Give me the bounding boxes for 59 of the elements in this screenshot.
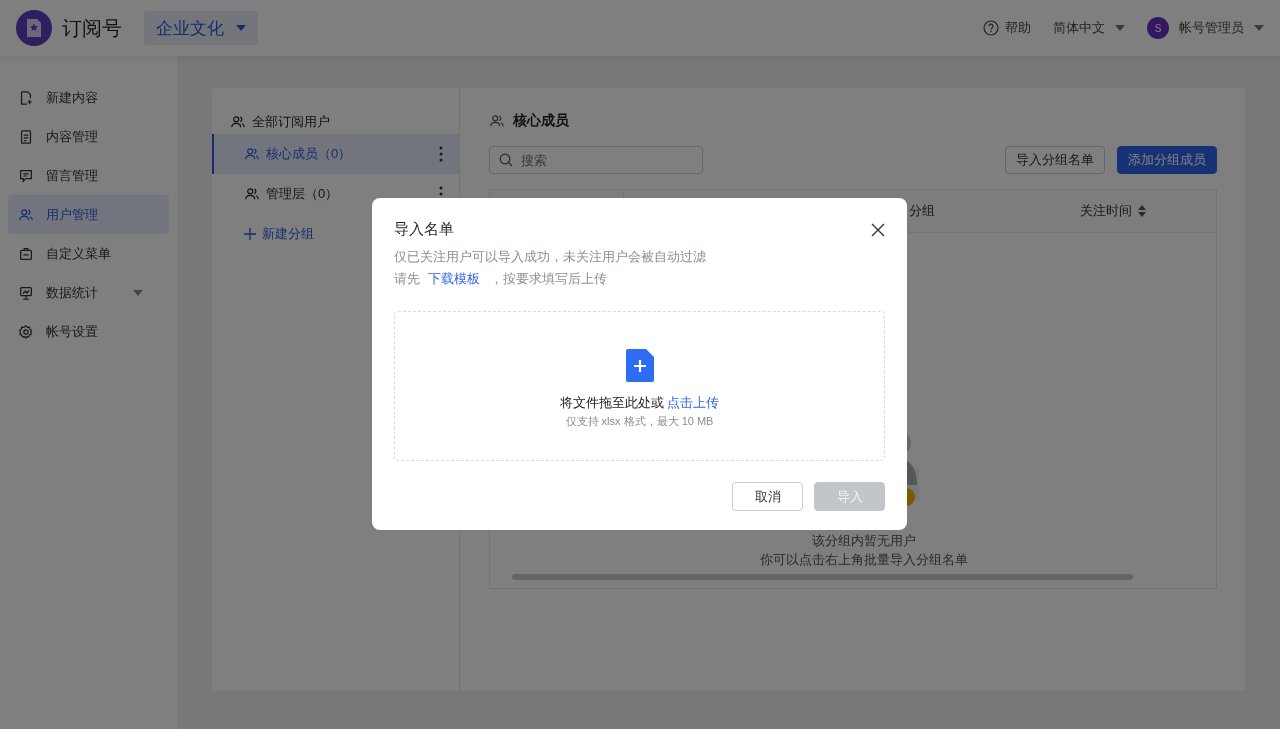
- format-note: 仅支持 xlsx 格式，最大 10 MB: [565, 414, 714, 429]
- users-icon: [489, 113, 505, 129]
- sort-icon[interactable]: [1138, 205, 1146, 217]
- column-header: 分组: [909, 202, 935, 220]
- chat-icon: [18, 167, 34, 184]
- sidebar-item[interactable]: 自定义菜单: [8, 234, 169, 273]
- caret-icon: [1115, 25, 1125, 31]
- users-icon: [244, 146, 260, 162]
- language-dropdown[interactable]: 简体中文: [1053, 19, 1125, 37]
- empty-message: 你可以点击右上角批量导入分组名单: [760, 551, 968, 569]
- document-plus-icon: [18, 89, 34, 106]
- import-button[interactable]: 导入分组名单: [1005, 146, 1105, 174]
- board-icon: [18, 245, 34, 262]
- column-header: 关注时间: [1080, 202, 1132, 220]
- group-item[interactable]: 核心成员（0）: [212, 134, 459, 174]
- notice-text: 仅已关注用户可以导入成功，未关注用户会被自动过滤: [394, 249, 707, 266]
- caret-icon: [1254, 25, 1264, 31]
- sidebar-item[interactable]: 留言管理: [8, 156, 169, 195]
- close-button[interactable]: [871, 222, 885, 237]
- account-menu[interactable]: S 帐号管理员: [1147, 17, 1264, 39]
- hint-text: 请先 下载模板 ，按要求填写后上传: [394, 271, 608, 288]
- search-field[interactable]: 搜索: [489, 146, 703, 174]
- panel-title: 核心成员: [513, 112, 569, 130]
- upload-dropzone[interactable]: 将文件拖至此处或 点击上传 仅支持 xlsx 格式，最大 10 MB: [394, 311, 885, 461]
- sidebar-item[interactable]: 数据统计: [8, 273, 169, 312]
- help-icon: [983, 20, 999, 36]
- help-link[interactable]: 帮助: [983, 19, 1031, 37]
- users-icon: [230, 114, 246, 130]
- dropzone-text: 将文件拖至此处或 点击上传: [559, 394, 720, 412]
- new-group-button[interactable]: 新建分组: [212, 214, 346, 254]
- account-name: 帐号管理员: [1179, 19, 1244, 37]
- dialog-title: 导入名单: [394, 220, 454, 239]
- group-item[interactable]: 全部订阅用户: [212, 110, 459, 134]
- workspace-dropdown[interactable]: 企业文化: [144, 11, 258, 45]
- plus-icon: [244, 228, 256, 240]
- document-icon: [18, 128, 34, 145]
- logo-icon: [16, 10, 52, 46]
- file-plus-icon: [625, 349, 654, 382]
- sidebar-item[interactable]: 新建内容: [8, 78, 169, 117]
- upload-link[interactable]: 点击上传: [667, 395, 720, 410]
- search-icon: [499, 153, 513, 167]
- users-icon: [18, 206, 34, 223]
- sidebar-item[interactable]: 内容管理: [8, 117, 169, 156]
- empty-message: 该分组内暂无用户: [812, 532, 916, 550]
- app-title: 订阅号: [62, 15, 122, 41]
- scrollbar[interactable]: [512, 574, 1133, 580]
- download-template-link[interactable]: 下载模板: [428, 272, 480, 286]
- users-icon: [244, 186, 260, 202]
- help-label: 帮助: [1005, 19, 1031, 37]
- add-button[interactable]: 添加分组成员: [1117, 146, 1217, 174]
- language-label: 简体中文: [1053, 19, 1105, 37]
- caret-icon: [236, 25, 246, 31]
- chart-icon: [18, 284, 34, 301]
- sidebar-item[interactable]: 帐号设置: [8, 312, 169, 351]
- caret-icon: [133, 289, 143, 296]
- gear-icon: [18, 323, 34, 340]
- cancel-button[interactable]: 取消: [732, 482, 803, 511]
- avatar: S: [1147, 17, 1169, 39]
- sidebar-item[interactable]: 用户管理: [8, 195, 169, 234]
